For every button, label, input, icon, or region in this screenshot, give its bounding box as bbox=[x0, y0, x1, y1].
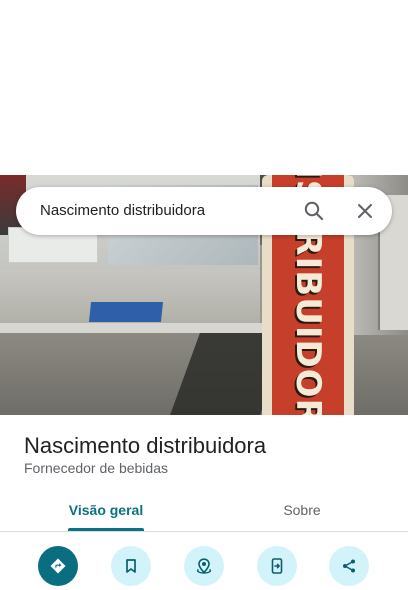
directions-button[interactable] bbox=[38, 546, 78, 586]
nearby-icon bbox=[196, 558, 212, 574]
share-icon bbox=[343, 559, 355, 573]
bookmark-icon bbox=[126, 559, 136, 573]
tab-overview[interactable]: Visão geral bbox=[40, 488, 172, 532]
directions-icon bbox=[50, 558, 66, 574]
send-to-phone-button[interactable] bbox=[257, 546, 297, 586]
tabs-divider bbox=[0, 531, 408, 532]
tab-bar: Visão geral Sobre bbox=[0, 488, 408, 532]
tab-about[interactable]: Sobre bbox=[236, 488, 368, 532]
send-to-phone-icon bbox=[271, 558, 283, 574]
search-icon[interactable] bbox=[302, 199, 326, 223]
search-bar[interactable]: Nascimento distribuidora bbox=[16, 187, 392, 235]
share-button[interactable] bbox=[329, 546, 369, 586]
photo-doormat bbox=[88, 302, 164, 322]
search-query[interactable]: Nascimento distribuidora bbox=[40, 202, 205, 219]
close-icon[interactable] bbox=[353, 199, 377, 223]
save-button[interactable] bbox=[111, 546, 151, 586]
place-category[interactable]: Fornecedor de bebidas bbox=[24, 460, 168, 476]
place-title: Nascimento distribuidora bbox=[24, 433, 267, 458]
nearby-button[interactable] bbox=[184, 546, 224, 586]
